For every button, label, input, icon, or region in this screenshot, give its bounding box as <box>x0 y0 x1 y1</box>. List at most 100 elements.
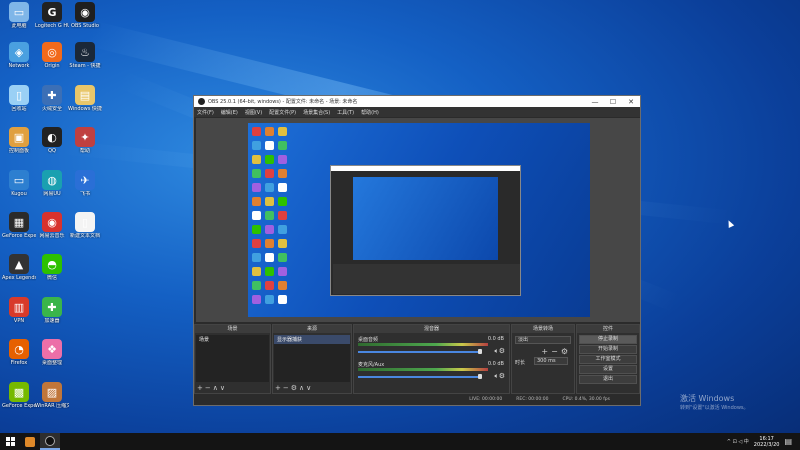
close-icon[interactable]: ✕ <box>622 98 640 106</box>
mute-speaker-icon[interactable]: 🔈︎⚙ <box>495 347 505 356</box>
preview-desktop-icon <box>265 169 274 178</box>
preview-desktop-icon <box>278 127 287 136</box>
exit-button[interactable]: 退出 <box>579 375 637 384</box>
preview-desktop-icon <box>265 141 274 150</box>
tray-icons[interactable]: ^ ⊡ ◁ 中 <box>727 438 749 445</box>
preview-desktop-icon <box>278 155 287 164</box>
desktop-shortcut[interactable]: ▦GeForce Experience <box>2 212 36 250</box>
transition-type-select[interactable]: 淡出 <box>515 336 571 344</box>
mixer-channel-desktop: 桌面音频 0.0 dB 🔈︎⚙ <box>355 335 508 360</box>
preview-desktop-icon <box>278 183 287 192</box>
desktop-shortcut[interactable]: ▯ 回收站 <box>2 85 36 123</box>
desktop-shortcut[interactable]: ✈ 飞书 <box>68 170 102 208</box>
shortcut-icon: ❖ <box>42 339 62 359</box>
taskbar-app-glyph <box>25 436 35 447</box>
preview-desktop-icon <box>252 253 261 262</box>
volume-slider[interactable] <box>358 376 482 378</box>
desktop-shortcut[interactable]: ▤Windows 快捷方式 <box>68 85 102 123</box>
obs-title-bar[interactable]: OBS 25.0.1 (64-bit, windows) - 配置文件: 未命名… <box>194 96 640 107</box>
shortcut-icon: ◈ <box>9 42 29 62</box>
sources-toolbar[interactable]: +−⚙∧∨ <box>275 384 313 392</box>
desktop-shortcut[interactable]: ▯ 新建文本文档 <box>68 212 102 250</box>
desktop-shortcut[interactable]: ❖ 桌面整理 <box>35 339 69 377</box>
preview-desktop-icon <box>278 225 287 234</box>
windows-logo-icon <box>5 437 15 446</box>
desktop-shortcut[interactable]: ▣ 控制面板 <box>2 127 36 165</box>
taskbar-app-icon[interactable] <box>20 433 40 450</box>
start-recording-button[interactable]: 开始录制 <box>579 345 637 354</box>
scenes-list[interactable]: 场景 <box>196 335 269 382</box>
desktop-shortcut[interactable]: ▩GeForce Experience <box>2 382 36 420</box>
shortcut-icon: ▯ <box>9 85 29 105</box>
duration-input[interactable]: 300 ms <box>534 357 568 365</box>
shortcut-label: WinRAR 压缩文件管理器 <box>35 403 69 409</box>
activation-watermark-text: 转到"设置"以激活 Windows。 <box>680 405 749 411</box>
desktop-shortcut[interactable]: ◔ Firefox <box>2 339 36 377</box>
taskbar-obs-icon[interactable] <box>40 433 60 450</box>
shortcut-icon: ▯ <box>75 212 95 232</box>
studio-mode-button[interactable]: 工作室模式 <box>579 355 637 364</box>
desktop-shortcut[interactable]: ✚ 加速器 <box>35 297 69 335</box>
sources-dock: 来源 显示器捕获 +−⚙∧∨ <box>272 324 352 394</box>
shortcut-label: 新建文本文档 <box>69 233 100 239</box>
shortcut-label: Origin <box>44 63 60 69</box>
preview-desktop-icon <box>278 295 287 304</box>
settings-button[interactable]: 设置 <box>579 365 637 374</box>
obs-menu-bar: 文件(F) 编辑(E) 视图(V) 配置文件(P) 场景集合(S) 工具(T) … <box>194 107 640 117</box>
system-tray[interactable]: ^ ⊡ ◁ 中 16:17 2022/3/20 ▤ <box>727 436 800 448</box>
minimize-icon[interactable]: — <box>586 98 604 106</box>
desktop-shortcut[interactable]: ✦ 帮助 <box>68 127 102 165</box>
desktop-shortcut[interactable]: ◐ QQ <box>35 127 69 165</box>
source-item[interactable]: 显示器捕获 <box>274 335 350 344</box>
scene-item[interactable]: 场景 <box>196 335 269 344</box>
controls-dock: 控件 停止录制 开始录制 工作室模式 设置 退出 <box>576 324 640 394</box>
volume-slider-knob[interactable] <box>478 374 482 379</box>
scenes-toolbar[interactable]: +−∧∨ <box>197 384 227 392</box>
start-button[interactable] <box>0 433 20 450</box>
stop-recording-button[interactable]: 停止录制 <box>579 335 637 344</box>
sources-list[interactable]: 显示器捕获 <box>274 335 350 382</box>
controls-dock-title: 控件 <box>577 325 639 333</box>
desktop-shortcut[interactable]: ▭ Kugou <box>2 170 36 208</box>
menu-edit[interactable]: 编辑(E) <box>221 109 238 116</box>
mixer-dock-title: 混音器 <box>354 325 509 333</box>
clock[interactable]: 16:17 2022/3/20 <box>754 436 780 448</box>
preview-desktop-icon <box>252 141 261 150</box>
preview-area[interactable] <box>196 118 640 322</box>
menu-tools[interactable]: 工具(T) <box>337 109 354 116</box>
shortcut-icon: ◍ <box>42 170 62 190</box>
menu-view[interactable]: 视图(V) <box>245 109 262 116</box>
status-rec: REC: 00:00:00 <box>516 397 549 402</box>
desktop-shortcut[interactable]: ◎ Origin <box>35 42 69 80</box>
transition-toolbar[interactable]: +−⚙ <box>515 347 571 356</box>
desktop-shortcut[interactable]: ▨WinRAR 压缩文件管理器 <box>35 382 69 420</box>
menu-profile[interactable]: 配置文件(P) <box>269 109 296 116</box>
desktop-shortcut[interactable]: ♨ Steam - 快捷 <box>68 42 102 80</box>
mute-speaker-icon[interactable]: 🔈︎⚙ <box>495 372 505 381</box>
menu-help[interactable]: 帮助(H) <box>361 109 379 116</box>
desktop-shortcut[interactable]: ◈ Network <box>2 42 36 80</box>
menu-file[interactable]: 文件(F) <box>197 109 214 116</box>
desktop-shortcut[interactable]: GLogitech G HUB <box>35 2 69 40</box>
shortcut-label: 飞书 <box>79 191 90 197</box>
desktop-shortcut[interactable]: ✚ 火绒安全 <box>35 85 69 123</box>
desktop-shortcut[interactable]: ◉ 网易云音乐 <box>35 212 69 250</box>
shortcut-label: 微信 <box>46 275 57 281</box>
notification-icon[interactable]: ▤ <box>784 437 792 446</box>
desktop-shortcut[interactable]: ▲ Apex Legends <box>2 254 36 292</box>
shortcut-label: Logitech G HUB <box>35 23 69 29</box>
desktop-shortcut[interactable]: ◉ OBS Studio <box>68 2 102 40</box>
shortcut-label: Steam - 快捷 <box>69 63 101 69</box>
volume-slider[interactable] <box>358 351 482 353</box>
shortcut-icon: ▨ <box>42 382 62 402</box>
maximize-icon[interactable]: ☐ <box>604 98 622 106</box>
volume-slider-knob[interactable] <box>478 349 482 354</box>
desktop-shortcut[interactable]: ▥ VPN <box>2 297 36 335</box>
desktop-shortcut[interactable]: ◓ 微信 <box>35 254 69 292</box>
obs-logo-icon <box>198 98 205 105</box>
desktop-shortcut[interactable]: ◍ 网易UU <box>35 170 69 208</box>
preview-desktop-icon <box>278 281 287 290</box>
menu-scene-collection[interactable]: 场景集合(S) <box>303 109 330 116</box>
shortcut-icon: ▭ <box>9 170 29 190</box>
desktop-shortcut[interactable]: ▭ 此电脑 <box>2 2 36 40</box>
